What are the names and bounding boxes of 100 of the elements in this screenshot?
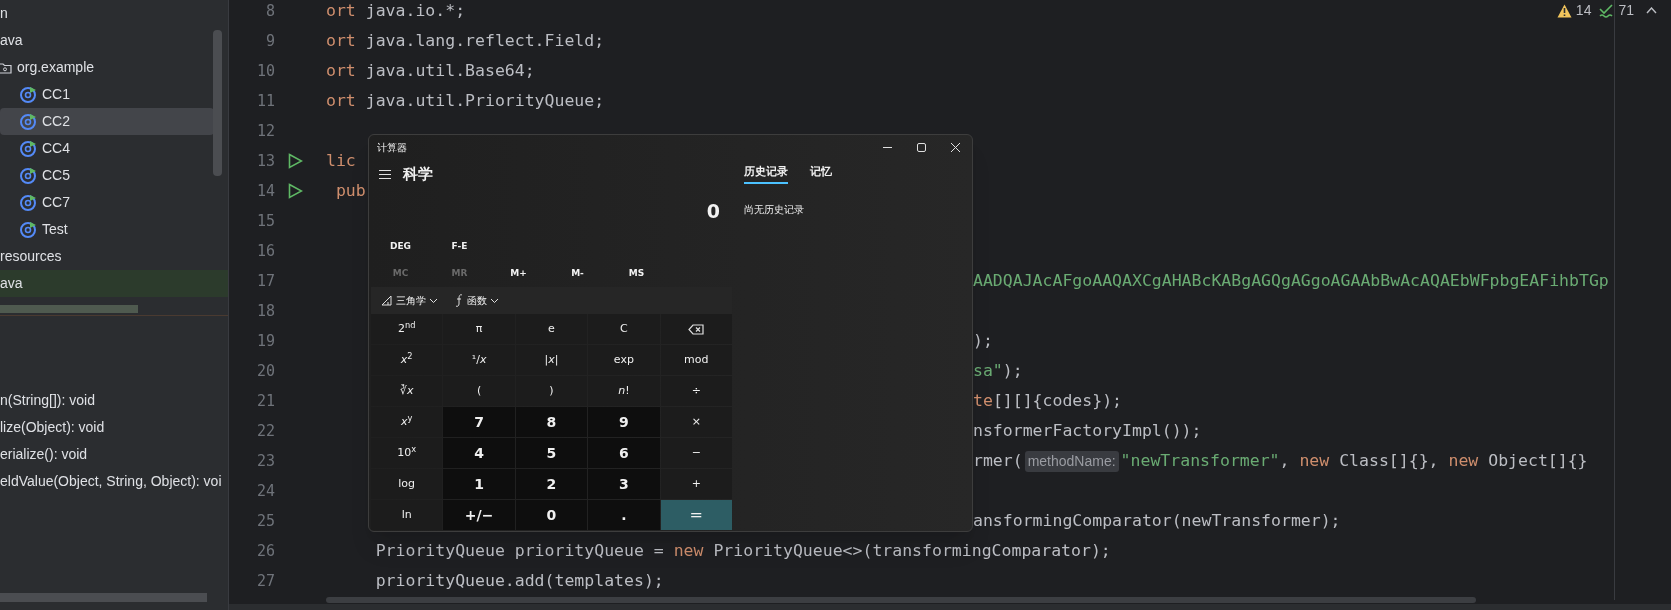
setting-button[interactable]: DEG	[371, 239, 430, 254]
scrollbar-thumb[interactable]	[213, 30, 222, 176]
calculator-key[interactable]: 5	[515, 438, 588, 468]
line-number: 11	[255, 90, 275, 112]
calculator-key[interactable]: ×	[660, 407, 732, 437]
calculator-key[interactable]: )	[515, 376, 588, 406]
empty-history-text: 尚无历史记录	[744, 203, 805, 217]
calculator-key[interactable]: ÷	[660, 376, 732, 406]
line-number: 16	[255, 240, 275, 262]
code-line: lic	[326, 149, 356, 172]
window-title: 计算器	[377, 140, 407, 155]
tree-item[interactable]: CC2	[0, 108, 214, 135]
tree-item[interactable]: n	[0, 0, 228, 27]
line-number: 27	[255, 570, 275, 592]
code-line: ort java.io.*;	[326, 0, 466, 22]
calculator-key[interactable]: 8	[515, 407, 588, 437]
calculator-key[interactable]: 1	[443, 469, 515, 499]
structure-item[interactable]: erialize(): void	[0, 444, 228, 471]
calculator-key[interactable]: +	[660, 469, 732, 499]
calculator-key[interactable]: C	[588, 314, 660, 344]
class-icon	[20, 194, 37, 211]
calculator-key[interactable]: 6	[588, 438, 660, 468]
structure-item[interactable]: eldValue(Object, String, Object): voi	[0, 471, 228, 498]
folder-icon	[0, 60, 12, 75]
tree-item[interactable]: ava	[0, 27, 228, 54]
line-number: 13	[255, 150, 275, 172]
code-line: te[][]{codes});	[973, 389, 1122, 412]
caret-up-icon[interactable]	[1646, 7, 1657, 14]
calculator-key[interactable]: 0	[515, 500, 588, 530]
calculator-key[interactable]: |x|	[515, 345, 588, 375]
menu-icon[interactable]	[379, 169, 391, 179]
calculator-key[interactable]: x$^{y}$	[371, 407, 443, 437]
tree-item[interactable]: CC4	[0, 135, 228, 162]
calculator-key[interactable]: 3	[588, 469, 660, 499]
scrollbar-thumb[interactable]	[0, 593, 207, 602]
scrollbar-thumb[interactable]	[326, 597, 1476, 603]
run-icon[interactable]	[288, 183, 303, 199]
maximize-icon	[916, 142, 926, 152]
memory-button[interactable]: M+	[489, 266, 548, 281]
code-line: ort java.util.Base64;	[326, 59, 535, 82]
code-line: );	[973, 329, 993, 352]
calculator-key[interactable]: ln	[371, 500, 443, 530]
calculator-key[interactable]: 4	[443, 438, 515, 468]
tree-item[interactable]: ava	[0, 270, 228, 297]
tree-item[interactable]: Test	[0, 216, 228, 243]
check-icon[interactable]	[1599, 3, 1615, 18]
calculator-key[interactable]: .	[588, 500, 660, 530]
calculator-key[interactable]: (	[443, 376, 515, 406]
calculator-key[interactable]: 9	[588, 407, 660, 437]
calculator-key[interactable]: 7	[443, 407, 515, 437]
line-number: 19	[255, 330, 275, 352]
tree-item[interactable]: CC7	[0, 189, 228, 216]
setting-button[interactable]: F-E	[430, 239, 489, 254]
tree-item[interactable]: CC5	[0, 162, 228, 189]
memory-button[interactable]: M-	[548, 266, 607, 281]
class-icon	[20, 221, 37, 238]
calculator-key[interactable]: exp	[588, 345, 660, 375]
run-icon[interactable]	[288, 153, 303, 169]
memory-button[interactable]: MS	[607, 266, 666, 281]
calculator-key[interactable]: log	[371, 469, 443, 499]
line-number: 9	[264, 30, 275, 52]
line-number: 18	[255, 300, 275, 322]
class-icon	[20, 140, 37, 157]
structure-item[interactable]: n(String[]): void	[0, 390, 228, 417]
tab[interactable]: 历史记录	[744, 163, 788, 185]
line-number: 14	[255, 180, 275, 202]
tab[interactable]: 记忆	[810, 163, 832, 185]
calculator-key[interactable]: 2$^{nd}$	[371, 314, 443, 344]
line-number: 21	[255, 390, 275, 412]
tree-item[interactable]: org.example	[0, 54, 228, 81]
line-number: 23	[255, 450, 275, 472]
calculator-key[interactable]: =	[660, 500, 732, 530]
structure-item[interactable]: lize(Object): void	[0, 417, 228, 444]
calculator-key[interactable]: mod	[660, 345, 732, 375]
calculator-key[interactable]: ¹/x	[443, 345, 515, 375]
warning-icon[interactable]	[1556, 3, 1572, 18]
calculator-key[interactable]: +/−	[443, 500, 515, 530]
calculator-key[interactable]: ∛x	[371, 376, 443, 406]
code-line: ort java.lang.reflect.Field;	[326, 29, 605, 52]
code-line: priorityQueue.add(templates);	[374, 569, 664, 592]
calculator-key[interactable]: π	[443, 314, 515, 344]
calculator-key[interactable]: −	[660, 438, 732, 468]
close-icon	[950, 142, 960, 152]
passed-count: 71	[1618, 1, 1634, 20]
calculator-key[interactable]: x$^{2}$	[371, 345, 443, 375]
code-line: pub	[334, 179, 366, 202]
tree-item[interactable]: CC1	[0, 81, 228, 108]
code-line: sa");	[973, 359, 1023, 382]
tree-item[interactable]: resources	[0, 243, 228, 270]
calculator-key[interactable]: n!	[588, 376, 660, 406]
dropdown-button[interactable]: 函数	[455, 293, 498, 308]
minimize-icon	[882, 146, 892, 148]
calculator-key[interactable]: 2	[515, 469, 588, 499]
line-number: 22	[255, 420, 275, 442]
dropdown-button[interactable]: 三角学	[381, 293, 437, 308]
line-number: 12	[255, 120, 275, 142]
scrollbar-thumb[interactable]	[0, 305, 138, 313]
backspace-key[interactable]	[660, 314, 732, 344]
calculator-key[interactable]: e	[515, 314, 588, 344]
calculator-key[interactable]: 10$^{x}$	[371, 438, 443, 468]
